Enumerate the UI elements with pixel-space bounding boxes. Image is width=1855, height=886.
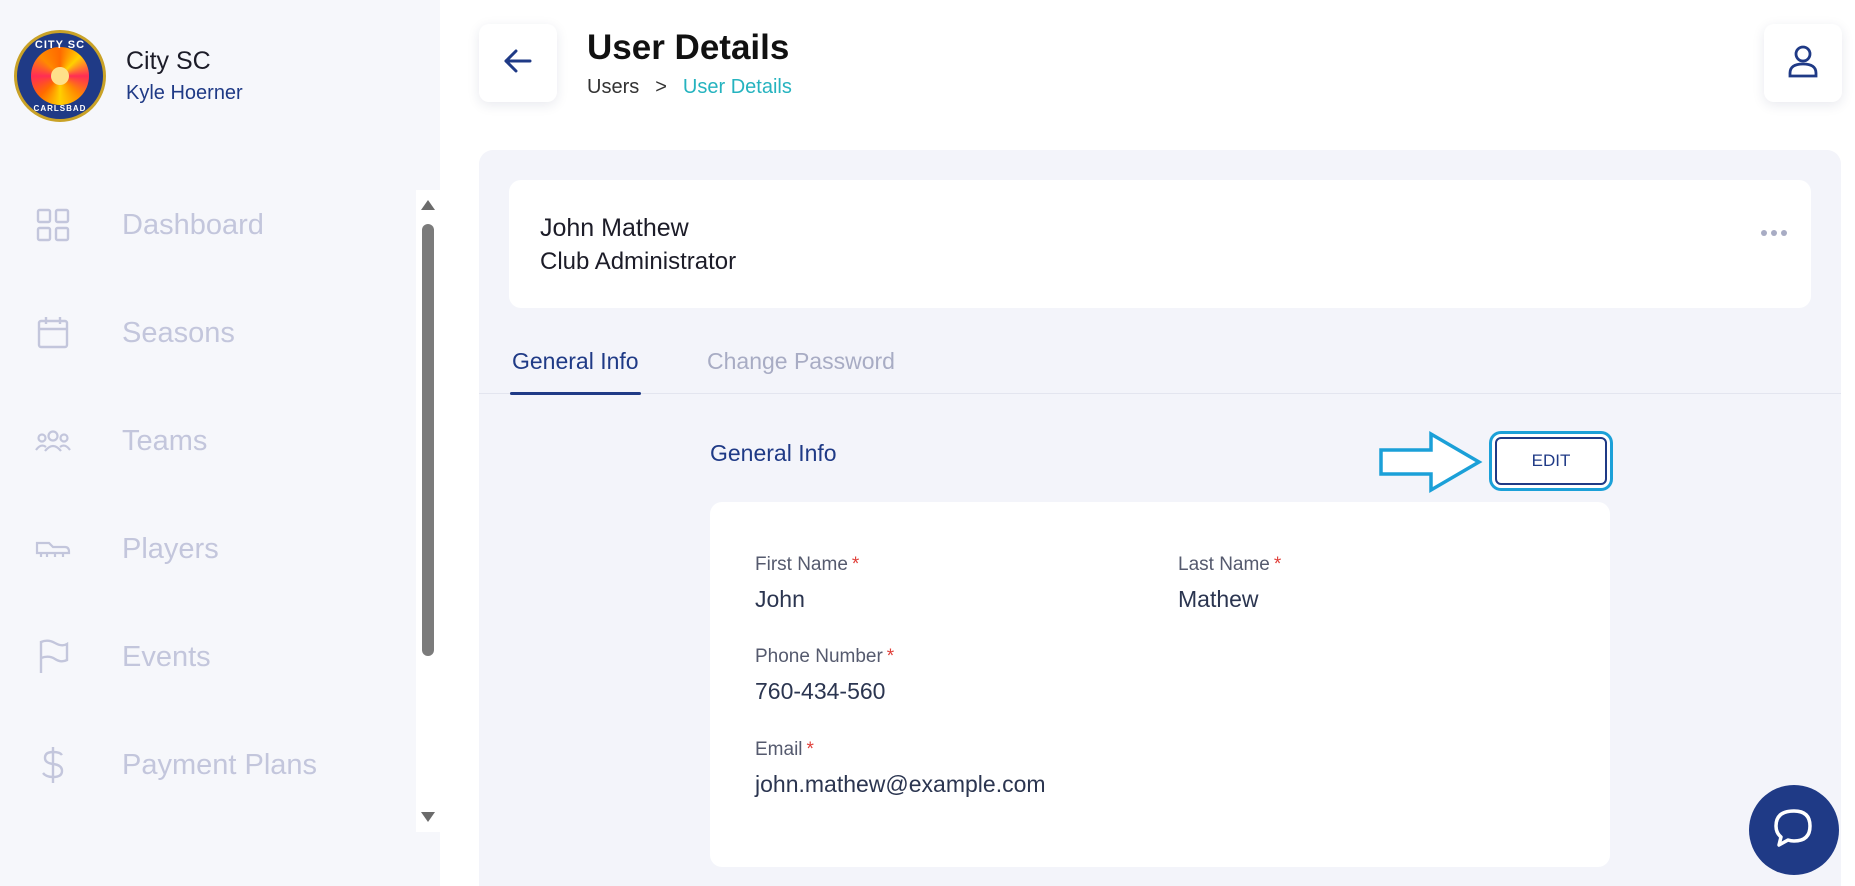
email-field: Email * john.mathew@example.com [755,739,1046,798]
required-marker: * [1273,554,1282,575]
profile-button[interactable] [1764,24,1842,102]
user-role: Club Administrator [540,248,737,275]
back-button[interactable] [479,24,557,102]
club-name: City SC [126,47,211,75]
sidebar-item-seasons[interactable]: Seasons [0,298,416,368]
sidebar-item-label: Events [122,640,211,673]
dollar-icon [34,746,72,784]
sidebar-nav: Dashboard Seasons Teams Players Events P… [0,188,416,834]
sidebar-item-payment-plans[interactable]: Payment Plans [0,730,416,800]
scroll-down-arrow-icon[interactable] [421,812,435,822]
email-value: john.mathew@example.com [755,771,1046,797]
logo-text-bottom: CARLSBAD [33,104,87,113]
tab-bar: General Info Change Password [479,328,1841,395]
sidebar-item-label: Seasons [122,316,235,349]
scrollbar-thumb[interactable] [422,224,434,656]
flag-icon [34,638,72,676]
last-name-value: Mathew [1178,586,1259,612]
chat-bubble-icon [1772,806,1816,855]
arrow-left-icon [503,48,533,79]
grid-icon [34,206,72,244]
phone-number-field: Phone Number * 760-434-560 [755,646,894,705]
club-text: City SC Kyle Hoerner [126,47,243,105]
sidebar-item-label: Players [122,532,219,565]
phone-number-value: 760-434-560 [755,678,886,704]
annotation-arrow-icon [1379,430,1483,494]
section-title: General Info [710,440,837,466]
sidebar-item-teams[interactable]: Teams [0,406,416,476]
user-summary-card: John Mathew Club Administrator [509,180,1811,308]
main-panel: John Mathew Club Administrator General I… [479,150,1841,886]
email-label: Email * [755,739,814,760]
last-name-field: Last Name * Mathew [1178,554,1281,613]
tab-general-info[interactable]: General Info [510,328,641,395]
more-options-icon[interactable] [1761,230,1787,236]
general-info-card: First Name * John Last Name * Mathew Phone… [710,502,1610,867]
club-logo: CITY SC CARLSBAD [14,30,106,122]
breadcrumb-current: User Details [682,76,792,98]
sidebar-item-label: Payment Plans [122,748,318,781]
required-marker: * [886,646,895,667]
breadcrumb-separator: > [655,76,667,98]
last-name-label: Last Name * [1178,554,1282,575]
user-icon [1788,44,1818,83]
logo-text-top: CITY SC [34,39,86,51]
calendar-icon [34,314,72,352]
breadcrumb: Users > User Details [587,76,792,99]
required-marker: * [806,739,814,760]
club-header: CITY SC CARLSBAD City SC Kyle Hoerner [14,30,243,122]
required-marker: * [851,554,860,575]
tab-change-password[interactable]: Change Password [707,328,895,394]
first-name-label: First Name * [755,554,860,575]
page-title: User Details [587,28,790,67]
sidebar-item-label: Dashboard [122,208,264,241]
user-full-name: John Mathew [540,214,689,242]
phone-number-label: Phone Number * [755,646,895,667]
team-icon [34,422,72,460]
sidebar: CITY SC CARLSBAD City SC Kyle Hoerner Da… [0,0,440,886]
breadcrumb-users-link[interactable]: Users [587,76,639,99]
sidebar-scrollbar[interactable] [416,190,440,832]
edit-button[interactable]: EDIT [1495,437,1607,485]
cleat-icon [34,530,72,568]
sidebar-item-events[interactable]: Events [0,622,416,692]
first-name-field: First Name * John [755,554,859,613]
user-name: Kyle Hoerner [126,82,243,104]
logo-sun-core [51,67,69,85]
sidebar-item-dashboard[interactable]: Dashboard [0,190,416,260]
sidebar-item-label: Teams [122,424,208,457]
sidebar-item-players[interactable]: Players [0,514,416,584]
first-name-value: John [755,586,805,612]
chat-support-button[interactable] [1749,785,1839,875]
scroll-up-arrow-icon[interactable] [421,200,435,210]
